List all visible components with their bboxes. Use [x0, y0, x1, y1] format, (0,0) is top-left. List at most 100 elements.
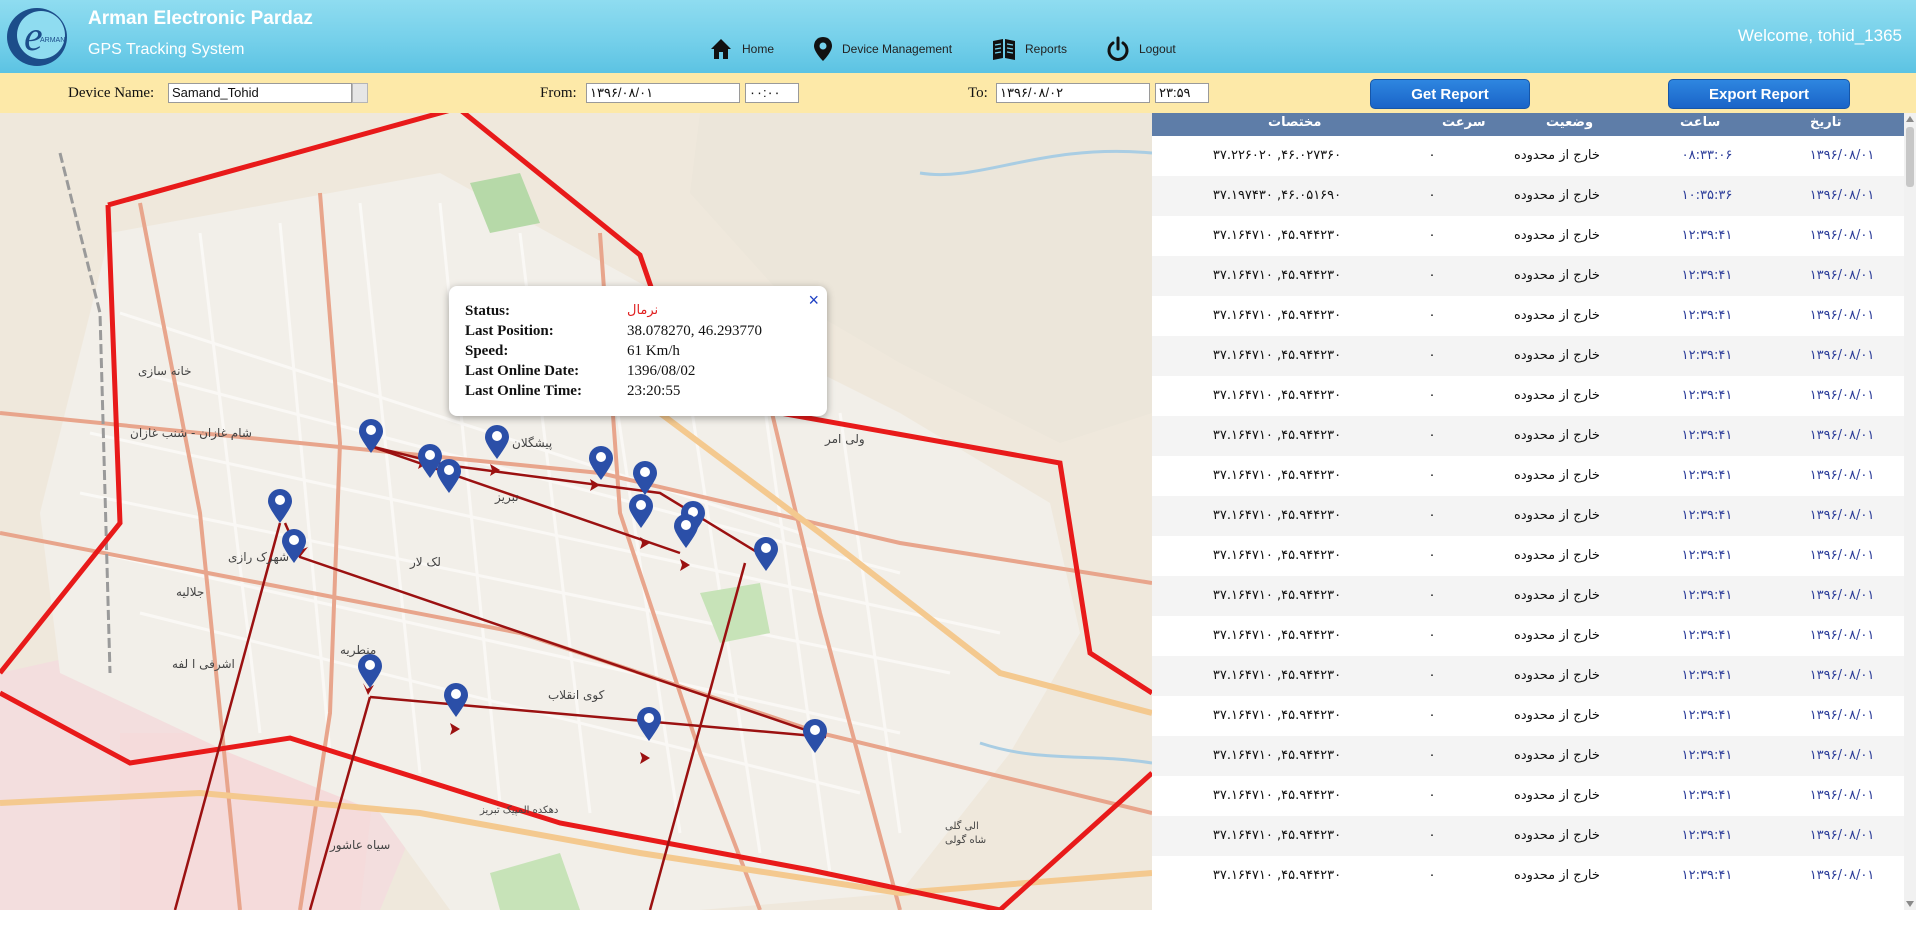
- cell-coordinates: ۳۷.۱۶۴۷۱۰ ,۴۵.۹۴۴۲۳۰: [1212, 548, 1342, 563]
- cell-status: خارج از محدوده: [1514, 348, 1600, 363]
- export-report-button[interactable]: Export Report: [1668, 79, 1850, 109]
- from-time-input[interactable]: ۰۰:۰۰: [745, 83, 799, 103]
- cell-status: خارج از محدوده: [1514, 748, 1600, 763]
- cell-status: خارج از محدوده: [1514, 308, 1600, 323]
- cell-status: خارج از محدوده: [1514, 508, 1600, 523]
- cell-coordinates: ۳۷.۱۶۴۷۱۰ ,۴۵.۹۴۴۲۳۰: [1212, 748, 1342, 763]
- online-date-value: 1396/08/02: [627, 363, 696, 379]
- from-date-input[interactable]: ۱۳۹۶/۰۸/۰۱: [586, 83, 740, 103]
- to-label: To:: [968, 85, 988, 101]
- table-scrollbar[interactable]: [1904, 113, 1916, 910]
- header-time[interactable]: ساعت: [1680, 115, 1720, 130]
- cell-speed: ۰: [1428, 708, 1436, 723]
- cell-coordinates: ۳۷.۱۶۴۷۱۰ ,۴۵.۹۴۴۲۳۰: [1212, 468, 1342, 483]
- table-row[interactable]: ۱۳۹۶/۰۸/۰۱ ۱۲:۳۹:۴۱ خارج از محدوده ۰ ۳۷.۱۶۴۷…: [1152, 736, 1904, 776]
- map-label: شاه گولی: [945, 834, 986, 846]
- nav-device-management[interactable]: Device Management: [812, 36, 952, 62]
- nav-logout[interactable]: Logout: [1105, 36, 1176, 62]
- map-label: لک لار: [409, 555, 441, 570]
- cell-status: خارج از محدوده: [1514, 228, 1600, 243]
- cell-coordinates: ۳۷.۱۶۴۷۱۰ ,۴۵.۹۴۴۲۳۰: [1212, 708, 1342, 723]
- cell-speed: ۰: [1428, 428, 1436, 443]
- table-row[interactable]: ۱۳۹۶/۰۸/۰۱ ۱۲:۳۹:۴۱ خارج از محدوده ۰ ۳۷.۱۶۴۷…: [1152, 416, 1904, 456]
- table-row[interactable]: ۱۳۹۶/۰۸/۰۱ ۱۲:۳۹:۴۱ خارج از محدوده ۰ ۳۷.۱۶۴۷…: [1152, 376, 1904, 416]
- cell-date: ۱۳۹۶/۰۸/۰۱: [1809, 388, 1875, 403]
- table-row[interactable]: ۱۳۹۶/۰۸/۰۱ ۱۲:۳۹:۴۱ خارج از محدوده ۰ ۳۷.۱۶۴۷…: [1152, 856, 1904, 896]
- nav-home[interactable]: Home: [708, 36, 774, 62]
- cell-date: ۱۳۹۶/۰۸/۰۱: [1809, 668, 1875, 683]
- table-row[interactable]: ۱۳۹۶/۰۸/۰۱ ۱۲:۳۹:۴۱ خارج از محدوده ۰ ۳۷.۱۶۴۷…: [1152, 616, 1904, 656]
- cell-status: خارج از محدوده: [1514, 468, 1600, 483]
- table-row[interactable]: ۱۳۹۶/۰۸/۰۱ ۱۰:۳۵:۳۶ خارج از محدوده ۰ ۳۷.۱۹۷۴…: [1152, 176, 1904, 216]
- table-row[interactable]: ۱۳۹۶/۰۸/۰۱ ۱۲:۳۹:۴۱ خارج از محدوده ۰ ۳۷.۱۶۴۷…: [1152, 256, 1904, 296]
- cell-coordinates: ۳۷.۱۶۴۷۱۰ ,۴۵.۹۴۴۲۳۰: [1212, 628, 1342, 643]
- header-status[interactable]: وضعیت: [1546, 115, 1593, 130]
- table-row[interactable]: ۱۳۹۶/۰۸/۰۱ ۱۲:۳۹:۴۱ خارج از محدوده ۰ ۳۷.۱۶۴۷…: [1152, 656, 1904, 696]
- cell-date: ۱۳۹۶/۰۸/۰۱: [1809, 188, 1875, 203]
- table-row[interactable]: ۱۳۹۶/۰۸/۰۱ ۰۸:۳۳:۰۶ خارج از محدوده ۰ ۳۷.۲۲۶۰…: [1152, 136, 1904, 176]
- book-icon: [993, 39, 1015, 60]
- scroll-down-icon[interactable]: [1906, 901, 1914, 907]
- cell-date: ۱۳۹۶/۰۸/۰۱: [1809, 308, 1875, 323]
- cell-time: ۰۸:۳۳:۰۶: [1681, 148, 1733, 163]
- online-date-label: Last Online Date:: [465, 363, 580, 379]
- scroll-thumb[interactable]: [1906, 127, 1914, 187]
- map-canvas: خانه سازی شام غازان - شنب غازان ولی امر …: [0, 113, 1152, 910]
- table-row[interactable]: ۱۳۹۶/۰۸/۰۱ ۱۲:۳۹:۴۱ خارج از محدوده ۰ ۳۷.۱۶۴۷…: [1152, 816, 1904, 856]
- cell-coordinates: ۳۷.۱۶۴۷۱۰ ,۴۵.۹۴۴۲۳۰: [1212, 668, 1342, 683]
- popup-close-icon[interactable]: ×: [808, 290, 819, 311]
- device-name-select[interactable]: Samand_Tohid: [168, 83, 352, 103]
- cell-coordinates: ۳۷.۱۶۴۷۱۰ ,۴۵.۹۴۴۲۳۰: [1212, 868, 1342, 883]
- scroll-up-icon[interactable]: [1906, 116, 1914, 122]
- cell-coordinates: ۳۷.۱۶۴۷۱۰ ,۴۵.۹۴۴۲۳۰: [1212, 508, 1342, 523]
- table-row[interactable]: ۱۳۹۶/۰۸/۰۱ ۱۲:۳۹:۴۱ خارج از محدوده ۰ ۳۷.۱۶۴۷…: [1152, 776, 1904, 816]
- table-row[interactable]: ۱۳۹۶/۰۸/۰۱ ۱۲:۳۹:۴۱ خارج از محدوده ۰ ۳۷.۱۶۴۷…: [1152, 456, 1904, 496]
- cell-time: ۱۲:۳۹:۴۱: [1681, 228, 1733, 243]
- nav-reports[interactable]: Reports: [991, 36, 1067, 62]
- power-icon: [1107, 36, 1129, 61]
- cell-time: ۱۲:۳۹:۴۱: [1681, 788, 1733, 803]
- table-row[interactable]: ۱۳۹۶/۰۸/۰۱ ۱۲:۳۹:۴۱ خارج از محدوده ۰ ۳۷.۱۶۴۷…: [1152, 216, 1904, 256]
- table-row[interactable]: ۱۳۹۶/۰۸/۰۱ ۱۲:۳۹:۴۱ خارج از محدوده ۰ ۳۷.۱۶۴۷…: [1152, 336, 1904, 376]
- cell-date: ۱۳۹۶/۰۸/۰۱: [1809, 348, 1875, 363]
- map-label: دهکده المپیک تبریز: [479, 805, 558, 816]
- cell-coordinates: ۳۷.۲۲۶۰۲۰ ,۴۶.۰۲۷۳۶۰: [1212, 148, 1342, 163]
- cell-status: خارج از محدوده: [1514, 828, 1600, 843]
- header-date[interactable]: تاریخ: [1810, 115, 1842, 130]
- cell-coordinates: ۳۷.۱۶۴۷۱۰ ,۴۵.۹۴۴۲۳۰: [1212, 308, 1342, 323]
- to-time-input[interactable]: ۲۳:۵۹: [1155, 83, 1209, 103]
- table-row[interactable]: ۱۳۹۶/۰۸/۰۱ ۱۲:۳۹:۴۱ خارج از محدوده ۰ ۳۷.۱۶۴۷…: [1152, 536, 1904, 576]
- cell-date: ۱۳۹۶/۰۸/۰۱: [1809, 548, 1875, 563]
- brand-name: Arman Electronic Pardaz: [88, 8, 313, 29]
- device-dropdown-button[interactable]: [352, 83, 368, 103]
- table-row[interactable]: ۱۳۹۶/۰۸/۰۱ ۱۲:۳۹:۴۱ خارج از محدوده ۰ ۳۷.۱۶۴۷…: [1152, 576, 1904, 616]
- map-label: اشرفی ا لفه: [172, 657, 235, 672]
- to-date-input[interactable]: ۱۳۹۶/۰۸/۰۲: [996, 83, 1150, 103]
- cell-speed: ۰: [1428, 788, 1436, 803]
- cell-status: خارج از محدوده: [1514, 548, 1600, 563]
- map-view[interactable]: خانه سازی شام غازان - شنب غازان ولی امر …: [0, 113, 1152, 910]
- welcome-message: Welcome, tohid_1365: [1737, 26, 1902, 45]
- home-icon: [711, 39, 731, 59]
- cell-speed: ۰: [1428, 308, 1436, 323]
- cell-time: ۱۲:۳۹:۴۱: [1681, 468, 1733, 483]
- app-header: e ARMAN Arman Electronic Pardaz GPS Trac…: [0, 0, 1916, 73]
- cell-date: ۱۳۹۶/۰۸/۰۱: [1809, 828, 1875, 843]
- cell-time: ۱۲:۳۹:۴۱: [1681, 388, 1733, 403]
- cell-date: ۱۳۹۶/۰۸/۰۱: [1809, 148, 1875, 163]
- logo-text: ARMAN: [40, 37, 65, 44]
- cell-status: خارج از محدوده: [1514, 708, 1600, 723]
- table-row[interactable]: ۱۳۹۶/۰۸/۰۱ ۱۲:۳۹:۴۱ خارج از محدوده ۰ ۳۷.۱۶۴۷…: [1152, 296, 1904, 336]
- cell-status: خارج از محدوده: [1514, 148, 1600, 163]
- header-speed[interactable]: سرعت: [1442, 115, 1486, 130]
- cell-speed: ۰: [1428, 668, 1436, 683]
- table-row[interactable]: ۱۳۹۶/۰۸/۰۱ ۱۲:۳۹:۴۱ خارج از محدوده ۰ ۳۷.۱۶۴۷…: [1152, 496, 1904, 536]
- map-label: تبریز: [494, 490, 519, 505]
- position-label: Last Position:: [465, 323, 554, 339]
- get-report-button[interactable]: Get Report: [1370, 79, 1530, 109]
- table-row[interactable]: ۱۳۹۶/۰۸/۰۱ ۱۲:۳۹:۴۱ خارج از محدوده ۰ ۳۷.۱۶۴۷…: [1152, 696, 1904, 736]
- cell-date: ۱۳۹۶/۰۸/۰۱: [1809, 708, 1875, 723]
- online-time-value: 23:20:55: [627, 383, 681, 399]
- cell-time: ۱۲:۳۹:۴۱: [1681, 748, 1733, 763]
- header-coordinates[interactable]: مختصات: [1268, 115, 1321, 130]
